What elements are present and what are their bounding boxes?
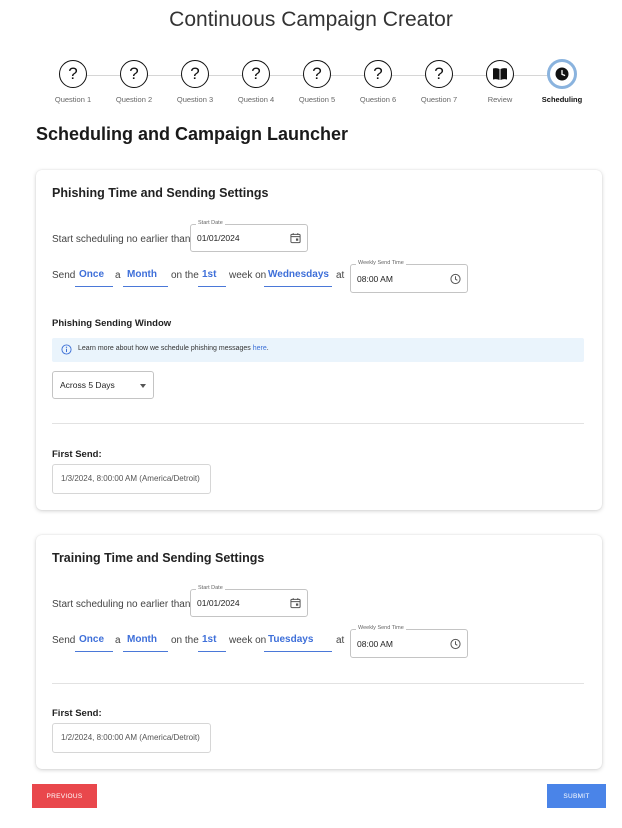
first-send-value-box: 1/3/2024, 8:00:00 AM (America/Detroit) [52,464,211,494]
field-label: Weekly Send Time [356,625,406,631]
step-question-1[interactable]: ? Question 1 [42,60,104,104]
step-review[interactable]: Review [469,60,531,104]
info-message: Learn more about how we schedule phishin… [78,345,253,352]
info-period: . [266,345,269,352]
divider [52,423,584,424]
field-label: Weekly Send Time [356,260,406,266]
ordinal-select[interactable]: 1st [198,268,226,287]
first-send-label: First Send: [52,708,102,719]
step-label: Question 6 [359,95,397,104]
a-text: a [115,635,121,646]
card-title: Training Time and Sending Settings [52,551,265,565]
ordinal-select[interactable]: 1st [198,633,226,652]
card-title: Phishing Time and Sending Settings [52,186,269,200]
field-value: 08:00 AM [357,638,393,649]
period-select[interactable]: Month [123,633,168,652]
step-question-3[interactable]: ? Question 3 [164,60,226,104]
step-label: Review [487,95,513,104]
clock-icon [547,59,577,89]
start-scheduling-label: Start scheduling no earlier than: [52,599,194,610]
select-value: Across 5 Days [60,380,115,390]
step-question-6[interactable]: ? Question 6 [347,60,409,104]
question-mark-icon: ? [242,60,270,88]
field-value: 01/01/2024 [197,598,240,608]
frequency-select[interactable]: Once [75,633,113,652]
step-label: Question 2 [115,95,153,104]
first-send-value: 1/2/2024, 8:00:00 AM (America/Detroit) [61,733,200,742]
training-start-date-field[interactable]: Start Date 01/01/2024 [190,585,308,617]
question-mark-icon: ? [303,60,331,88]
question-mark-icon: ? [364,60,392,88]
field-value: 01/01/2024 [197,233,240,243]
sending-window-select[interactable]: Across 5 Days [52,371,154,399]
phishing-start-date-field[interactable]: Start Date 01/01/2024 [190,220,308,252]
step-scheduling[interactable]: Scheduling [531,59,593,104]
page-title: Scheduling and Campaign Launcher [36,124,349,144]
clock-icon[interactable] [450,273,461,284]
a-text: a [115,270,121,281]
first-send-value: 1/3/2024, 8:00:00 AM (America/Detroit) [61,474,200,483]
step-question-4[interactable]: ? Question 4 [225,60,287,104]
learn-more-link[interactable]: here [253,345,267,352]
start-scheduling-label: Start scheduling no earlier than: [52,234,194,245]
field-label: Start Date [196,220,225,226]
step-label: Scheduling [541,95,583,104]
period-select[interactable]: Month [123,268,168,287]
clock-icon-svg [555,67,569,81]
training-settings-card: Training Time and Sending Settings Start… [36,535,602,769]
step-question-2[interactable]: ? Question 2 [103,60,165,104]
field-label: Start Date [196,585,225,591]
app-title: Continuous Campaign Creator [169,8,453,31]
first-send-label: First Send: [52,449,102,460]
previous-button[interactable]: PREVIOUS [32,784,97,808]
step-label: Question 4 [237,95,275,104]
dropdown-arrow-icon [140,384,146,388]
step-label: Question 1 [54,95,92,104]
frequency-select[interactable]: Once [75,268,113,287]
weekday-select[interactable]: Wednesdays [264,268,332,287]
on-the-text: on the [171,270,199,281]
step-label: Question 5 [298,95,336,104]
phishing-send-time-field[interactable]: Weekly Send Time 08:00 AM [350,260,468,293]
send-text: Send [52,270,76,281]
first-send-value-box: 1/2/2024, 8:00:00 AM (America/Detroit) [52,723,211,753]
info-icon [61,344,72,355]
question-mark-icon: ? [120,60,148,88]
on-the-text: on the [171,635,199,646]
training-send-time-field[interactable]: Weekly Send Time 08:00 AM [350,625,468,658]
book-icon-svg [493,68,507,80]
step-label: Question 7 [420,95,458,104]
week-on-text: week on [229,270,267,281]
stepper: ? Question 1 ? Question 2 ? Question 3 ?… [42,59,582,112]
at-text: at [336,270,345,281]
question-mark-icon: ? [425,60,453,88]
clock-icon[interactable] [450,638,461,649]
sending-window-title: Phishing Sending Window [52,318,172,329]
send-text: Send [52,635,76,646]
info-text: Learn more about how we schedule phishin… [78,345,269,352]
step-question-5[interactable]: ? Question 5 [286,60,348,104]
calendar-icon[interactable] [290,598,301,609]
step-question-7[interactable]: ? Question 7 [408,60,470,104]
question-mark-icon: ? [181,60,209,88]
at-text: at [336,635,345,646]
step-label: Question 3 [176,95,214,104]
phishing-settings-card: Phishing Time and Sending Settings Start… [36,170,602,510]
divider [52,683,584,684]
book-icon [486,60,514,88]
info-banner: Learn more about how we schedule phishin… [52,338,584,362]
weekday-select[interactable]: Tuesdays [264,633,332,652]
calendar-icon[interactable] [290,233,301,244]
question-mark-icon: ? [59,60,87,88]
week-on-text: week on [229,635,267,646]
field-value: 08:00 AM [357,273,393,284]
submit-button[interactable]: SUBMIT [547,784,606,808]
